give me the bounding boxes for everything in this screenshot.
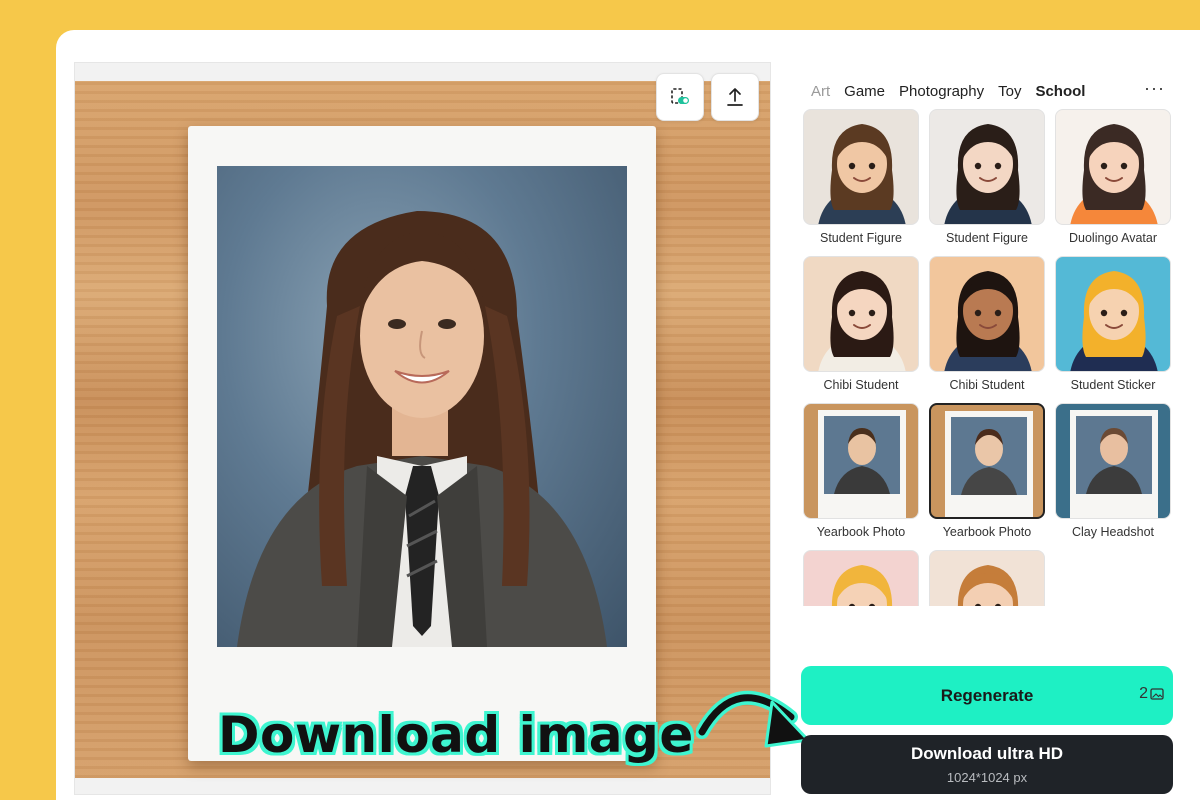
style-preview-art — [818, 271, 906, 371]
style-preview-art — [818, 124, 906, 224]
style-label: Student Figure — [820, 231, 902, 245]
style-thumbnail — [929, 256, 1045, 372]
style-thumbnail — [803, 403, 919, 519]
regenerate-button[interactable]: Regenerate 2 — [801, 666, 1173, 725]
polaroid-frame — [188, 126, 656, 761]
download-resolution: 1024*1024 px — [946, 770, 1028, 785]
credit-count: 2 — [1139, 685, 1148, 702]
style-tile[interactable] — [929, 550, 1045, 606]
download-image-caption: Download image — [218, 706, 694, 764]
style-tile[interactable]: Chibi Student — [929, 256, 1045, 392]
style-preview-art — [1070, 124, 1158, 224]
style-preview-art — [944, 271, 1032, 371]
generated-portrait — [217, 166, 627, 647]
style-label: Yearbook Photo — [816, 525, 906, 539]
style-thumbnail — [1055, 403, 1171, 519]
curved-arrow-icon — [696, 690, 810, 748]
style-preview-art — [945, 411, 1033, 517]
style-tile[interactable]: Student Figure — [929, 109, 1045, 245]
portrait-illustration — [237, 211, 607, 647]
upload-button[interactable] — [711, 73, 759, 121]
image-credit-icon — [1150, 688, 1164, 700]
style-label: Clay Headshot — [1072, 525, 1154, 539]
style-label: Student Sticker — [1070, 378, 1156, 392]
wood-background — [75, 81, 770, 778]
tab-art[interactable]: Art — [811, 83, 830, 100]
style-thumbnail — [929, 109, 1045, 225]
tab-school[interactable]: School — [1035, 83, 1085, 100]
regenerate-label: Regenerate — [940, 685, 1034, 705]
style-tile[interactable]: Student Figure — [803, 109, 919, 245]
style-label: Duolingo Avatar — [1068, 231, 1158, 245]
style-label: Yearbook Photo — [942, 525, 1032, 539]
style-tile[interactable]: Student Sticker — [1055, 256, 1171, 392]
style-tile[interactable]: Yearbook Photo — [803, 403, 919, 539]
tab-game[interactable]: Game — [844, 83, 885, 100]
style-tile-selected[interactable]: Yearbook Photo — [929, 403, 1045, 539]
upload-icon — [727, 88, 743, 106]
style-thumbnail — [929, 403, 1045, 519]
style-tile[interactable]: Clay Headshot — [1055, 403, 1171, 539]
style-preview-art — [944, 124, 1032, 224]
tab-toy[interactable]: Toy — [998, 83, 1021, 100]
compare-toggle-button[interactable] — [656, 73, 704, 121]
style-label: Chibi Student — [823, 378, 899, 392]
compare-toggle-icon — [671, 88, 689, 104]
download-label: Download ultra HD — [910, 744, 1064, 763]
download-ultra-hd-button[interactable]: Download ultra HD 1024*1024 px — [801, 735, 1173, 794]
style-preview-art — [1070, 271, 1158, 371]
more-options-icon[interactable]: ··· — [1144, 78, 1165, 99]
credit-counter: 2 — [1139, 685, 1165, 703]
tab-photography[interactable]: Photography — [899, 83, 984, 100]
category-tabs: Art Game Photography Toy School ··· — [811, 78, 1181, 102]
style-thumbnail — [1055, 256, 1171, 372]
style-thumbnail — [803, 109, 919, 225]
style-grid: Student Figure Student Figure Duolingo A… — [803, 109, 1173, 606]
style-preview-art — [1070, 410, 1158, 518]
style-label: Student Figure — [946, 231, 1028, 245]
style-tile[interactable]: Chibi Student — [803, 256, 919, 392]
image-preview — [74, 62, 771, 795]
style-preview-art — [831, 565, 893, 606]
style-tile[interactable]: Duolingo Avatar — [1055, 109, 1171, 245]
style-preview-art — [957, 565, 1019, 606]
style-label: Chibi Student — [949, 378, 1025, 392]
style-preview-art — [818, 410, 906, 518]
style-thumbnail — [1055, 109, 1171, 225]
style-thumbnail — [803, 550, 919, 606]
style-thumbnail — [803, 256, 919, 372]
style-thumbnail — [929, 550, 1045, 606]
style-tile[interactable] — [803, 550, 919, 606]
